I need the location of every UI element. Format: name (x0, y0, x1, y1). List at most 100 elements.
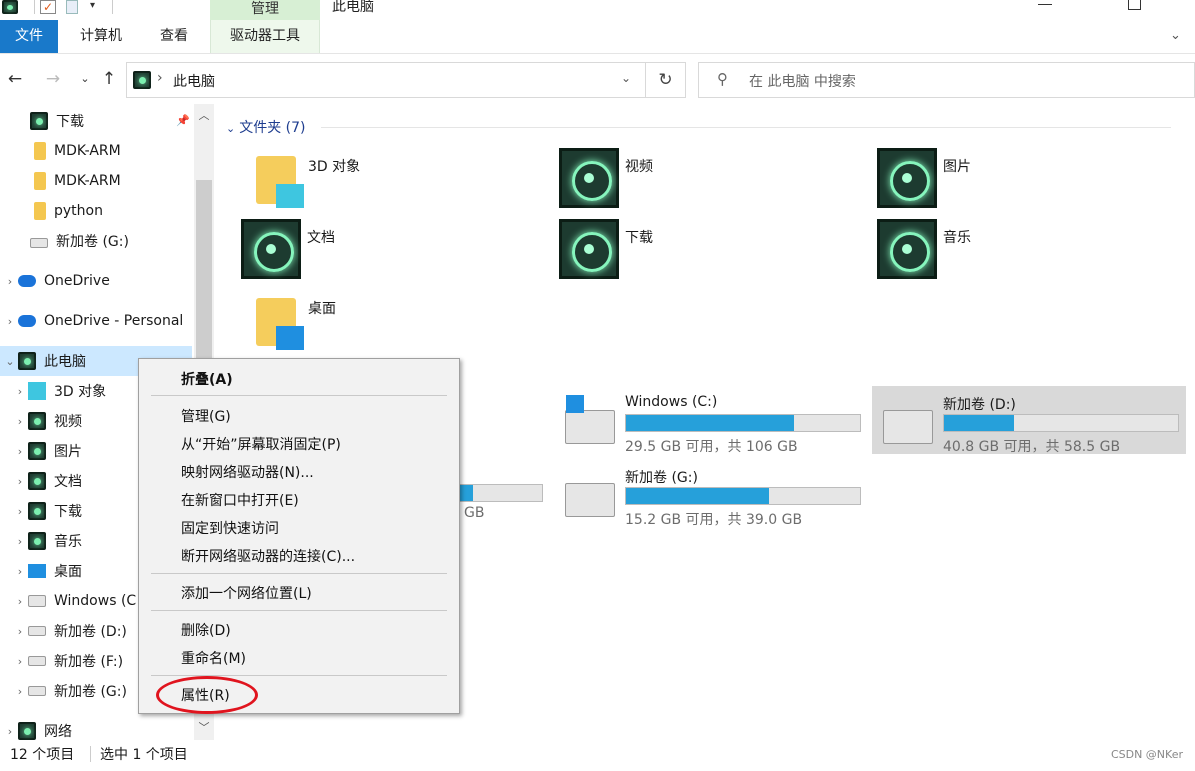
folder-icon (34, 142, 46, 160)
windows-logo-icon (566, 395, 584, 413)
folder-documents[interactable]: 文档 (241, 219, 541, 285)
drive-c[interactable]: Windows (C:) 29.5 GB 可用，共 106 GB (561, 390, 861, 456)
genshin-icon (241, 219, 301, 279)
status-bar: 12 个项目 选中 1 个项目 (0, 740, 1195, 771)
scroll-down-icon[interactable]: ﹀ (194, 718, 214, 738)
nav-item-network[interactable]: › 网络 (0, 716, 196, 740)
item-count: 12 个项目 (10, 747, 75, 763)
drive-usage-bar (625, 487, 861, 505)
search-input[interactable]: ⚲ 在 此电脑 中搜索 (698, 62, 1195, 98)
folders-group-header[interactable]: ⌄ 文件夹 (7) (226, 117, 1171, 137)
menu-item-rename[interactable]: 重命名(M) (181, 648, 246, 668)
manage-context-tab[interactable]: 管理 (210, 0, 320, 20)
tab-view[interactable]: 查看 (144, 20, 204, 53)
drive-g[interactable]: 新加卷 (G:) 15.2 GB 可用，共 39.0 GB (561, 463, 861, 529)
nav-item-mdk-arm-1[interactable]: MDK-ARM (12, 136, 208, 166)
windows-drive-icon (28, 595, 46, 607)
menu-separator (151, 610, 447, 611)
genshin-icon (28, 502, 46, 520)
address-dropdown-icon[interactable]: ⌄ (621, 71, 631, 85)
folder-name: 桌面 (308, 301, 336, 317)
tab-file[interactable]: 文件 (0, 20, 58, 53)
tab-drive-tools[interactable]: 驱动器工具 (214, 20, 316, 53)
nav-item-mdk-arm-2[interactable]: MDK-ARM (12, 166, 208, 196)
drive-usage-fill (626, 415, 795, 431)
menu-item-manage[interactable]: 管理(G) (181, 406, 231, 426)
folder-3d-objects[interactable]: 3D 对象 (242, 148, 542, 214)
recent-dropdown-icon[interactable]: ⌄ (74, 66, 96, 92)
drive-info: 15.2 GB 可用，共 39.0 GB (625, 512, 803, 528)
breadcrumb-chevron-icon[interactable]: › (157, 70, 163, 86)
refresh-icon: ↻ (658, 70, 673, 90)
status-divider (90, 746, 91, 762)
drive-usage-bar (943, 414, 1179, 432)
refresh-button[interactable]: ↻ (646, 62, 686, 98)
genshin-icon (877, 219, 937, 279)
address-bar[interactable]: › 此电脑 ⌄ (126, 62, 646, 98)
properties-check-icon[interactable]: ✓ (40, 0, 56, 14)
ribbon-expand-chevron-icon[interactable]: ⌄ (1170, 28, 1181, 43)
folder-videos[interactable]: 视频 (559, 148, 859, 214)
folder-name: 3D 对象 (308, 159, 361, 175)
up-arrow-icon[interactable]: ↑ (98, 66, 120, 92)
folder-pictures[interactable]: 图片 (877, 148, 1177, 214)
drive-icon (28, 656, 46, 666)
folder-shape (256, 156, 304, 208)
nav-item-drive-g-quick[interactable]: 新加卷 (G:) (12, 226, 208, 256)
nav-item-onedrive-personal[interactable]: › OneDrive - Personal (0, 306, 196, 336)
window-title: 此电脑 (332, 0, 374, 15)
genshin-icon (30, 112, 48, 130)
back-arrow-icon[interactable]: ← (4, 66, 26, 92)
folder-name: 音乐 (943, 230, 971, 246)
maximize-icon[interactable] (1128, 0, 1141, 10)
qat-dropdown-icon[interactable]: ▾ (90, 0, 95, 11)
menu-item-delete[interactable]: 删除(D) (181, 620, 231, 640)
ribbon-tabs: 文件 计算机 查看 驱动器工具 ⌄ (0, 20, 1195, 54)
group-divider (321, 127, 1171, 128)
cube-overlay (276, 184, 304, 208)
drive-icon (28, 626, 46, 636)
menu-item-open-new-window[interactable]: 在新窗口中打开(E) (181, 490, 299, 510)
folder-name: 视频 (625, 159, 653, 175)
menu-item-add-network-location[interactable]: 添加一个网络位置(L) (181, 583, 312, 603)
menu-item-unpin-start[interactable]: 从“开始”屏幕取消固定(P) (181, 434, 341, 454)
drive-usage-fill (626, 488, 769, 504)
folder-downloads[interactable]: 下载 (559, 219, 859, 285)
drive-icon (883, 410, 933, 444)
tab-computer[interactable]: 计算机 (68, 20, 134, 53)
address-path[interactable]: 此电脑 (173, 71, 215, 91)
genshin-icon (18, 352, 36, 370)
drive-d[interactable]: 新加卷 (D:) 40.8 GB 可用，共 58.5 GB (879, 390, 1179, 456)
qat-divider-2 (112, 0, 113, 14)
drive-usage-fill (944, 415, 1015, 431)
search-placeholder: 在 此电脑 中搜索 (749, 74, 856, 90)
folder-music[interactable]: 音乐 (877, 219, 1177, 285)
menu-item-disconnect-network-drive[interactable]: 断开网络驱动器的连接(C)... (181, 546, 355, 566)
pin-icon: 📌 (176, 114, 190, 127)
scroll-up-icon[interactable]: ︿ (194, 106, 214, 126)
new-folder-icon[interactable] (66, 0, 78, 14)
drive-name: 新加卷 (G:) (625, 470, 698, 486)
selected-count: 选中 1 个项目 (100, 747, 188, 763)
context-menu: 折叠(A) 管理(G) 从“开始”屏幕取消固定(P) 映射网络驱动器(N)...… (138, 358, 460, 714)
menu-item-pin-quick-access[interactable]: 固定到快速访问 (181, 518, 279, 538)
drive-icon (565, 483, 615, 517)
desktop-overlay (276, 326, 304, 350)
nav-item-python[interactable]: python (12, 196, 208, 226)
desktop-folder-icon (242, 290, 304, 350)
genshin-icon (28, 472, 46, 490)
search-icon: ⚲ (717, 70, 728, 88)
drive-name: Windows (C:) (625, 394, 718, 410)
folder-desktop[interactable]: 桌面 (242, 290, 542, 356)
forward-arrow-icon[interactable]: → (42, 66, 64, 92)
menu-item-collapse[interactable]: 折叠(A) (181, 369, 233, 389)
highlight-ellipse (156, 676, 258, 714)
folder-name: 下载 (625, 230, 653, 246)
qat-divider (34, 0, 35, 14)
genshin-icon (877, 148, 937, 208)
menu-item-map-network-drive[interactable]: 映射网络驱动器(N)... (181, 462, 314, 482)
minimize-icon[interactable] (1038, 4, 1052, 5)
hidden-drive-info: GB (464, 505, 485, 521)
nav-item-onedrive[interactable]: › OneDrive (0, 266, 196, 296)
drive-icon (28, 686, 46, 696)
